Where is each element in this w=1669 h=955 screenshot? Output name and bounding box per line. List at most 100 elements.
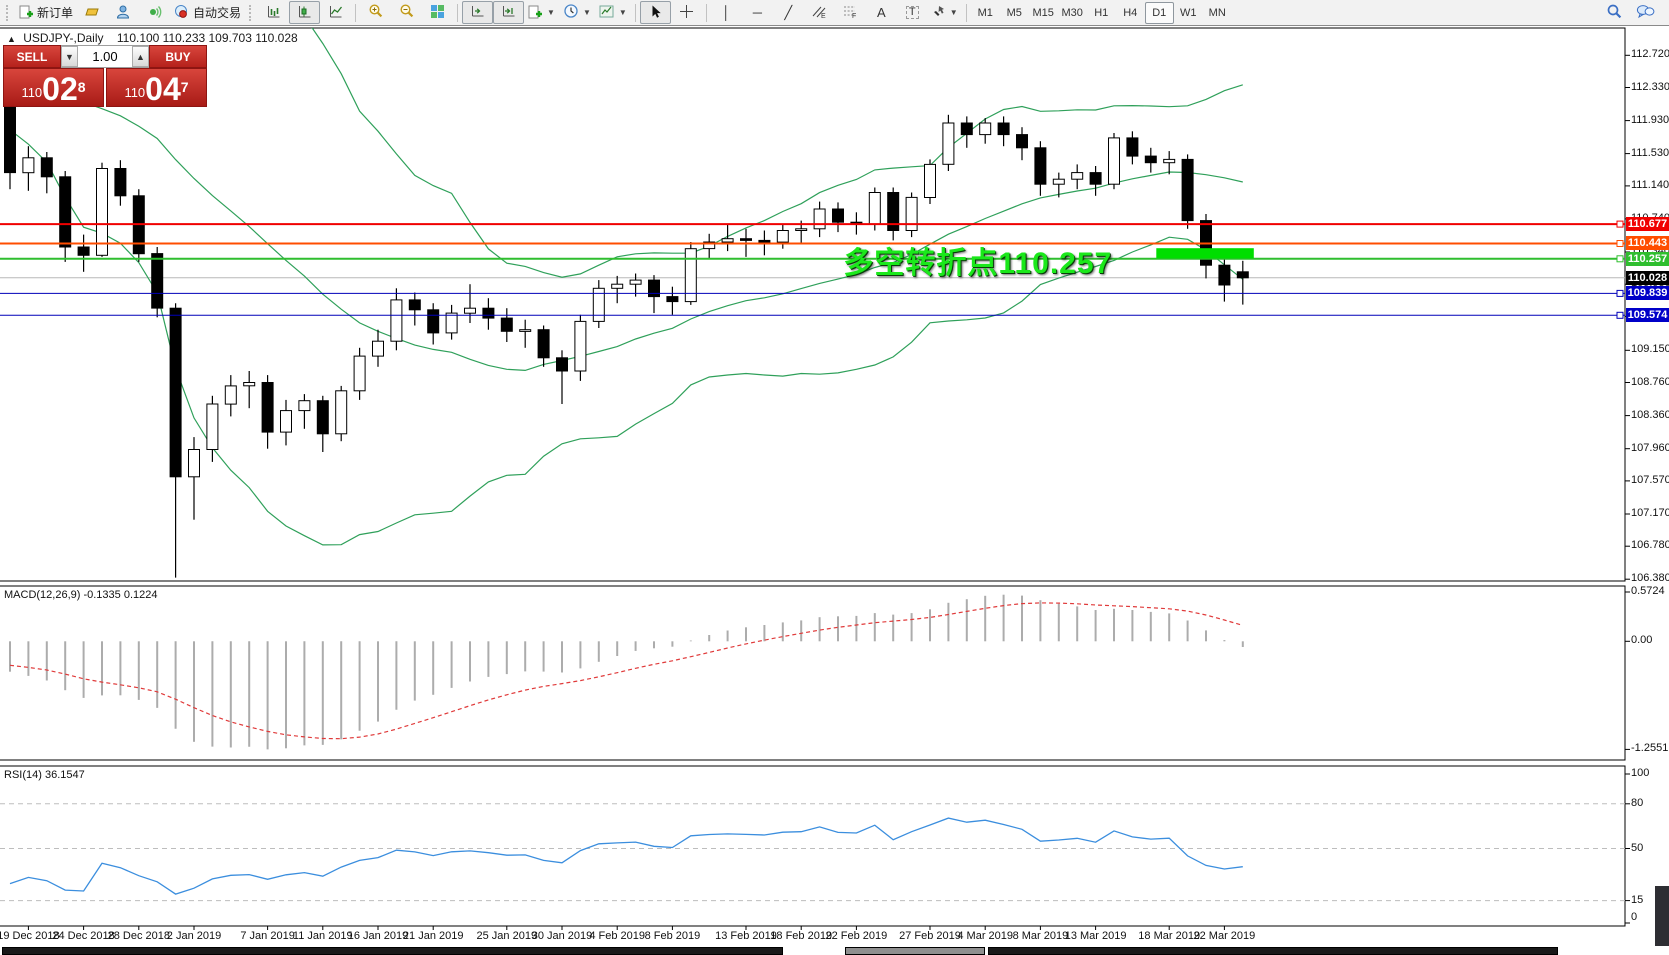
indicators-icon xyxy=(528,4,543,22)
zoom-out-button[interactable] xyxy=(391,1,422,24)
line-chart-icon xyxy=(328,4,343,22)
indicators-button[interactable]: ▼ xyxy=(524,1,559,24)
chart-plot[interactable] xyxy=(0,0,1669,955)
text-icon: A xyxy=(876,5,886,20)
timeframe-d1[interactable]: D1 xyxy=(1144,1,1174,24)
arrows-button[interactable]: ▼ xyxy=(928,1,962,24)
auto-trading-button[interactable]: 自动交易 xyxy=(170,1,245,24)
template-icon xyxy=(599,4,615,22)
text-label-icon: T xyxy=(905,6,919,19)
chevron-down-icon: ▼ xyxy=(547,8,555,17)
clock-icon xyxy=(563,3,579,22)
timeframe-w1[interactable]: W1 xyxy=(1174,2,1203,24)
timeframe-m15[interactable]: M15 xyxy=(1029,2,1058,24)
macd-label: MACD(12,26,9) -0.1335 0.1224 xyxy=(4,589,158,601)
chat-icon xyxy=(1636,3,1655,22)
buy-price-sup: 7 xyxy=(180,79,189,95)
svg-text:E: E xyxy=(821,13,826,19)
buy-price-small: 110 xyxy=(124,85,146,100)
periods-button[interactable]: ▼ xyxy=(559,1,595,24)
sell-price-sup: 8 xyxy=(77,79,86,95)
timeframe-h1[interactable]: H1 xyxy=(1087,2,1116,24)
search-icon xyxy=(1606,3,1623,23)
trendline-icon: ╱ xyxy=(784,5,793,20)
separator xyxy=(634,3,636,22)
zoom-in-icon xyxy=(368,3,384,22)
volume-increase-button[interactable]: ▲ xyxy=(132,46,149,67)
new-order-label: 新订单 xyxy=(37,6,74,20)
toolbar-grip xyxy=(249,4,254,21)
cursor-icon xyxy=(648,4,663,22)
accounts-button[interactable] xyxy=(108,1,139,24)
person-icon xyxy=(116,4,131,22)
volume-decrease-button[interactable]: ▼ xyxy=(61,46,78,67)
chevron-down-icon: ▼ xyxy=(949,8,958,17)
channel-button[interactable]: E xyxy=(804,1,835,24)
text-label-button[interactable]: T xyxy=(897,1,928,24)
timeframe-mn[interactable]: MN xyxy=(1203,2,1232,24)
candlestick-button[interactable] xyxy=(289,1,321,24)
channel-icon: E xyxy=(811,4,827,22)
horizontal-line-button[interactable]: ─ xyxy=(742,1,773,24)
chart-shift-icon xyxy=(501,4,516,22)
tile-windows-icon xyxy=(430,4,445,22)
separator xyxy=(965,3,967,22)
background-window-edge xyxy=(988,947,1558,955)
chevron-down-icon: ▼ xyxy=(582,8,591,17)
fibonacci-icon: F xyxy=(842,4,858,22)
buy-button[interactable]: BUY xyxy=(149,45,207,68)
sell-price-big: 02 xyxy=(42,71,78,107)
signals-button[interactable] xyxy=(139,1,170,24)
crosshair-icon xyxy=(679,4,694,22)
new-order-icon xyxy=(19,4,34,22)
vertical-line-button[interactable]: │ xyxy=(711,1,742,24)
timeframe-h4[interactable]: H4 xyxy=(1116,2,1145,24)
collapse-icon[interactable]: ▲ xyxy=(7,34,16,44)
profiles-button[interactable] xyxy=(77,1,108,24)
line-chart-button[interactable] xyxy=(320,1,351,24)
background-windows-strip xyxy=(0,946,1669,955)
chart-title: ▲ USDJPY-,Daily 110.100 110.233 109.703 … xyxy=(7,31,298,45)
crosshair-button[interactable] xyxy=(671,1,702,24)
signal-icon xyxy=(147,4,163,22)
sell-price-small: 110 xyxy=(21,85,43,100)
sell-button[interactable]: SELL xyxy=(3,45,61,68)
cursor-button[interactable] xyxy=(639,1,671,24)
trendline-button[interactable]: ╱ xyxy=(773,1,804,24)
symbol-name: USDJPY-,Daily xyxy=(23,31,104,45)
chat-button[interactable] xyxy=(1630,1,1661,24)
chart-shift-button[interactable] xyxy=(493,1,525,24)
tile-windows-button[interactable] xyxy=(422,1,453,24)
zoom-out-icon xyxy=(399,3,415,22)
vertical-line-icon: │ xyxy=(722,5,731,20)
separator xyxy=(705,3,707,22)
text-button[interactable]: A xyxy=(866,1,897,24)
autoscroll-icon xyxy=(470,4,485,22)
autoscroll-button[interactable] xyxy=(462,1,494,24)
templates-button[interactable]: ▼ xyxy=(595,1,631,24)
separator xyxy=(355,3,357,22)
new-order-button[interactable]: 新订单 xyxy=(15,1,77,24)
arrows-icon xyxy=(932,4,946,21)
timeframe-m30[interactable]: M30 xyxy=(1058,2,1087,24)
search-button[interactable] xyxy=(1599,1,1630,24)
svg-text:F: F xyxy=(852,13,856,19)
timeframe-m5[interactable]: M5 xyxy=(1000,2,1029,24)
background-window-edge xyxy=(2,947,783,955)
toolbar-grip xyxy=(6,4,11,21)
timeframe-toolbar: M1 M5 M15 M30 H1 H4 D1 W1 MN xyxy=(971,1,1232,24)
fibonacci-button[interactable]: F xyxy=(835,1,866,24)
bar-chart-icon xyxy=(266,4,281,22)
buy-price[interactable]: 110 04 7 xyxy=(106,68,207,107)
rsi-label: RSI(14) 36.1547 xyxy=(4,769,85,781)
sell-price[interactable]: 110 02 8 xyxy=(3,68,104,107)
timeframe-m1[interactable]: M1 xyxy=(971,2,1000,24)
volume-input[interactable] xyxy=(78,46,132,67)
bar-chart-button[interactable] xyxy=(258,1,289,24)
zoom-in-button[interactable] xyxy=(360,1,391,24)
auto-trading-label: 自动交易 xyxy=(193,6,242,20)
horizontal-line-icon: ─ xyxy=(752,5,762,20)
ohlc-values: 110.100 110.233 109.703 110.028 xyxy=(116,31,298,45)
chart-annotation: 多空转折点110.257 xyxy=(843,247,1113,281)
chevron-down-icon: ▼ xyxy=(618,8,627,17)
